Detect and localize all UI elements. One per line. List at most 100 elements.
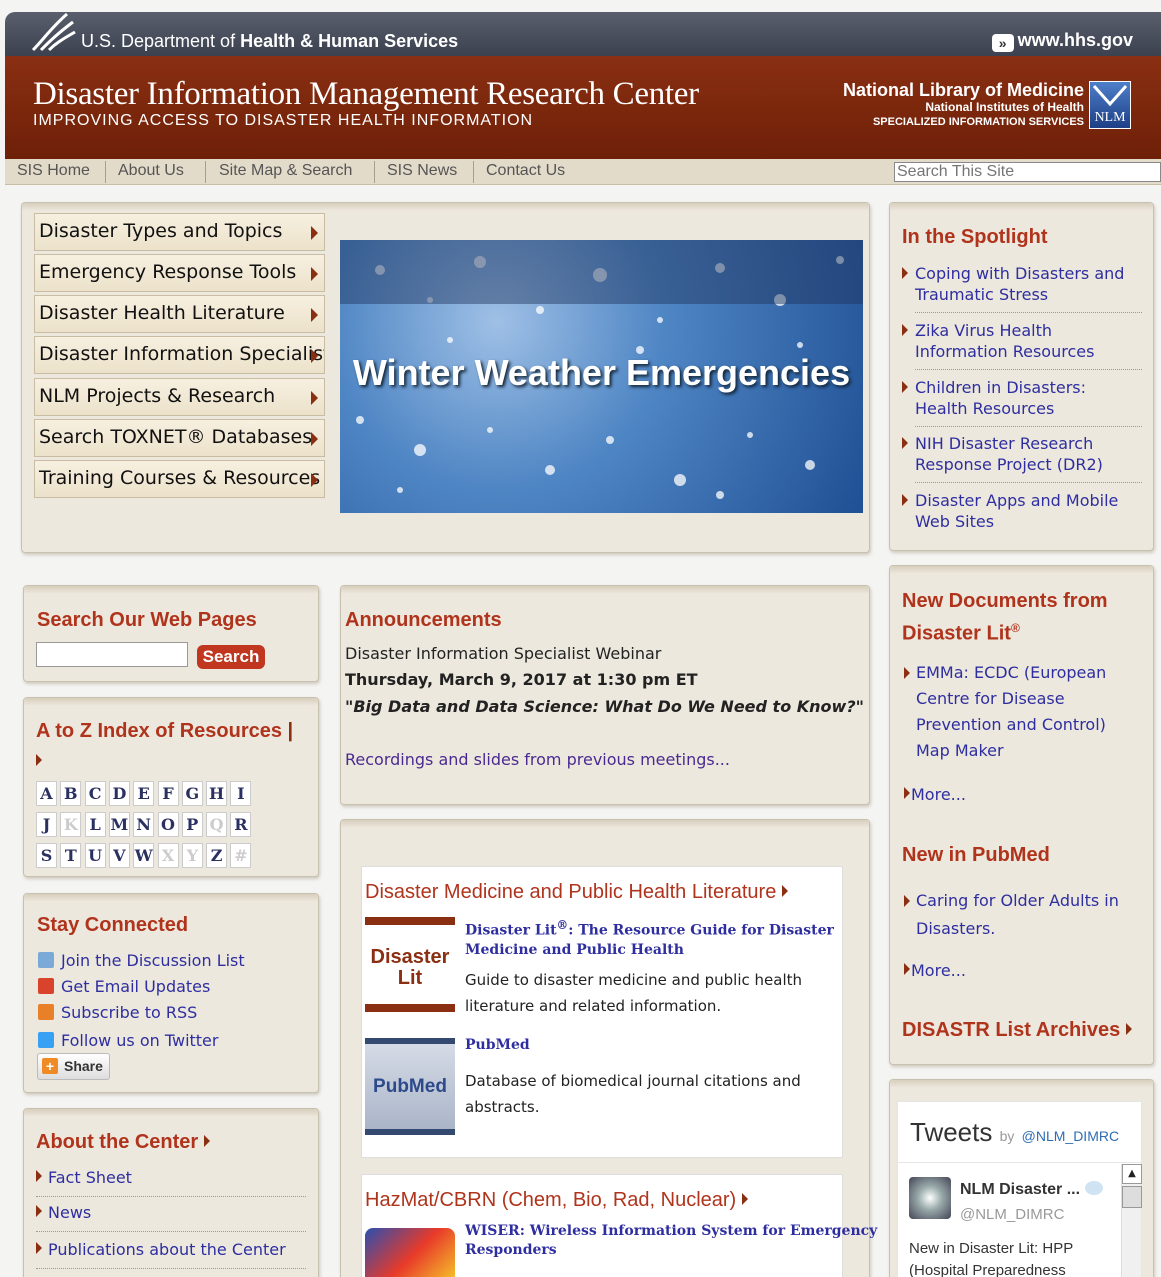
- about-news-link[interactable]: News: [36, 1203, 91, 1222]
- az-heading[interactable]: A to Z Index of Resources |: [36, 720, 293, 743]
- spotlight-item-apps[interactable]: Disaster Apps and Mobile Web Sites: [902, 490, 1142, 532]
- menu-info-specialist[interactable]: Disaster Information Specialist: [34, 336, 325, 374]
- arrow-right-icon: [203, 1135, 210, 1147]
- az-letter-u[interactable]: U: [84, 843, 106, 868]
- az-letter-j[interactable]: J: [36, 812, 57, 837]
- wiser-link[interactable]: WISER: Wireless Information System for E…: [465, 1222, 877, 1260]
- twitter-link[interactable]: Follow us on Twitter: [38, 1031, 218, 1050]
- literature-heading[interactable]: Disaster Medicine and Public Health Lite…: [365, 881, 794, 904]
- arrow-right-icon: [741, 1193, 748, 1205]
- about-heading[interactable]: About the Center: [36, 1131, 216, 1154]
- nav-about-us[interactable]: About Us: [118, 162, 184, 180]
- arrow-right-icon: [1125, 1023, 1132, 1035]
- new-pubmed-more-link[interactable]: More...: [904, 961, 966, 980]
- site-banner: Disaster Information Management Research…: [5, 56, 1161, 159]
- spotlight-item-children[interactable]: Children in Disasters: Health Resources: [902, 377, 1142, 419]
- pubmed-description: Database of biomedical journal citations…: [465, 1072, 801, 1116]
- az-letter-k: K: [60, 812, 82, 837]
- join-discussion-link[interactable]: Join the Discussion List: [38, 951, 245, 970]
- menu-training[interactable]: Training Courses & Resources: [34, 460, 325, 498]
- spotlight-item-zika[interactable]: Zika Virus Health Information Resources: [902, 320, 1142, 362]
- arrow-right-icon: [781, 885, 788, 897]
- menu-health-literature[interactable]: Disaster Health Literature: [34, 295, 325, 333]
- az-letter-n[interactable]: N: [133, 812, 155, 837]
- sis-label: SPECIALIZED INFORMATION SERVICES: [872, 116, 1084, 128]
- az-letter-r[interactable]: R: [230, 812, 252, 837]
- share-button[interactable]: + Share: [37, 1053, 110, 1080]
- rss-link[interactable]: Subscribe to RSS: [38, 1003, 197, 1022]
- wiser-thumbnail[interactable]: [365, 1228, 455, 1277]
- az-letter-w[interactable]: W: [133, 843, 155, 868]
- spotlight-heading: In the Spotlight: [902, 226, 1048, 248]
- az-letter-d[interactable]: D: [108, 781, 130, 806]
- nlm-logo[interactable]: NLM: [1089, 81, 1131, 129]
- new-docs-more-link[interactable]: More...: [904, 785, 966, 804]
- hero-winter-weather[interactable]: Winter Weather Emergencies: [340, 240, 863, 513]
- az-letter-o[interactable]: O: [157, 812, 179, 837]
- nav-contact-us[interactable]: Contact Us: [486, 162, 565, 180]
- scroll-thumb[interactable]: [1122, 1186, 1142, 1208]
- az-letter-f[interactable]: F: [157, 781, 179, 806]
- hhs-url-link[interactable]: » www.hhs.gov: [991, 30, 1133, 52]
- menu-emergency-response[interactable]: Emergency Response Tools: [34, 254, 325, 292]
- about-publications-link[interactable]: Publications about the Center: [36, 1240, 286, 1259]
- search-pages-button[interactable]: Search: [197, 645, 265, 669]
- az-letter-x: X: [157, 843, 179, 868]
- tweet-text: New in Disaster Lit: HPP (Hospital Prepar…: [909, 1240, 1074, 1277]
- az-letter-t[interactable]: T: [60, 843, 82, 868]
- scroll-up-icon[interactable]: ▲: [1122, 1164, 1142, 1184]
- disastr-archives-link[interactable]: DISASTR List Archives: [902, 1019, 1138, 1042]
- pubmed-link[interactable]: PubMed: [465, 1036, 530, 1055]
- about-fact-sheet-link[interactable]: Fact Sheet: [36, 1168, 132, 1187]
- az-letter-h[interactable]: H: [206, 781, 228, 806]
- arrow-right-icon: [902, 267, 908, 279]
- az-letter-i[interactable]: I: [230, 781, 252, 806]
- account-avatar[interactable]: [909, 1177, 951, 1219]
- search-pages-input[interactable]: [36, 642, 188, 667]
- announcement-webinar-title: "Big Data and Data Science: What Do We N…: [345, 697, 864, 716]
- pubmed-thumbnail[interactable]: PubMed: [365, 1038, 455, 1135]
- announcements-heading: Announcements: [345, 609, 502, 631]
- recordings-link[interactable]: Recordings and slides from previous meet…: [345, 750, 730, 769]
- spotlight-item-coping[interactable]: Coping with Disasters and Traumatic Stres…: [902, 263, 1142, 305]
- disaster-lit-link[interactable]: Disaster Lit®: The Resource Guide for Di…: [465, 916, 834, 960]
- arrow-right-icon: [36, 1205, 42, 1217]
- hazmat-heading[interactable]: HazMat/CBRN (Chem, Bio, Rad, Nuclear): [365, 1189, 754, 1212]
- nih-label: National Institutes of Health: [925, 100, 1084, 114]
- az-letter-b[interactable]: B: [60, 781, 82, 806]
- az-letter-e[interactable]: E: [133, 781, 155, 806]
- az-letter-g[interactable]: G: [181, 781, 203, 806]
- tweet-account-handle[interactable]: @NLM_DIMRC: [960, 1206, 1064, 1223]
- older-adults-link[interactable]: Caring for Older Adults in Disasters.: [904, 887, 1134, 943]
- az-letter-a[interactable]: A: [36, 781, 57, 806]
- nav-sis-news[interactable]: SIS News: [387, 162, 457, 180]
- tweet-account-name[interactable]: NLM Disaster ...: [960, 1181, 1080, 1199]
- arrow-right-icon: [311, 226, 318, 240]
- spotlight-item-nih[interactable]: NIH Disaster Research Response Project (D…: [902, 433, 1142, 475]
- menu-disaster-types[interactable]: Disaster Types and Topics: [34, 213, 325, 251]
- emma-link[interactable]: EMMa: ECDC (European Centre for Disease Pr…: [904, 660, 1134, 764]
- az-letter-hash: #: [230, 843, 252, 868]
- nav-site-map-search[interactable]: Site Map & Search: [219, 162, 352, 180]
- az-letter-m[interactable]: M: [108, 812, 130, 837]
- site-title[interactable]: Disaster Information Management Research…: [33, 76, 699, 113]
- email-updates-link[interactable]: Get Email Updates: [38, 977, 210, 996]
- menu-toxnet[interactable]: Search TOXNET® Databases: [34, 419, 325, 457]
- az-letter-s[interactable]: S: [36, 843, 57, 868]
- tweets-handle-link[interactable]: @NLM_DIMRC: [1022, 1128, 1119, 1144]
- nav-sis-home[interactable]: SIS Home: [17, 162, 90, 180]
- twitter-bird-icon: [38, 1032, 54, 1048]
- disaster-lit-thumbnail[interactable]: Disaster Lit: [365, 917, 455, 1012]
- az-letter-z[interactable]: Z: [206, 843, 228, 868]
- az-letter-p[interactable]: P: [181, 812, 203, 837]
- az-letter-l[interactable]: L: [84, 812, 106, 837]
- az-letter-c[interactable]: C: [84, 781, 106, 806]
- nlm-link[interactable]: National Library of Medicine: [843, 80, 1084, 101]
- hhs-eagle-logo[interactable]: [29, 10, 79, 54]
- site-search-input[interactable]: [894, 162, 1161, 182]
- tweets-scrollbar[interactable]: ▲: [1121, 1164, 1142, 1277]
- hhs-top-bar: U.S. Department of Health & Human Servic…: [5, 12, 1161, 56]
- az-letter-v[interactable]: V: [108, 843, 130, 868]
- menu-nlm-projects[interactable]: NLM Projects & Research: [34, 378, 325, 416]
- hhs-department-link[interactable]: U.S. Department of Health & Human Servic…: [81, 31, 458, 52]
